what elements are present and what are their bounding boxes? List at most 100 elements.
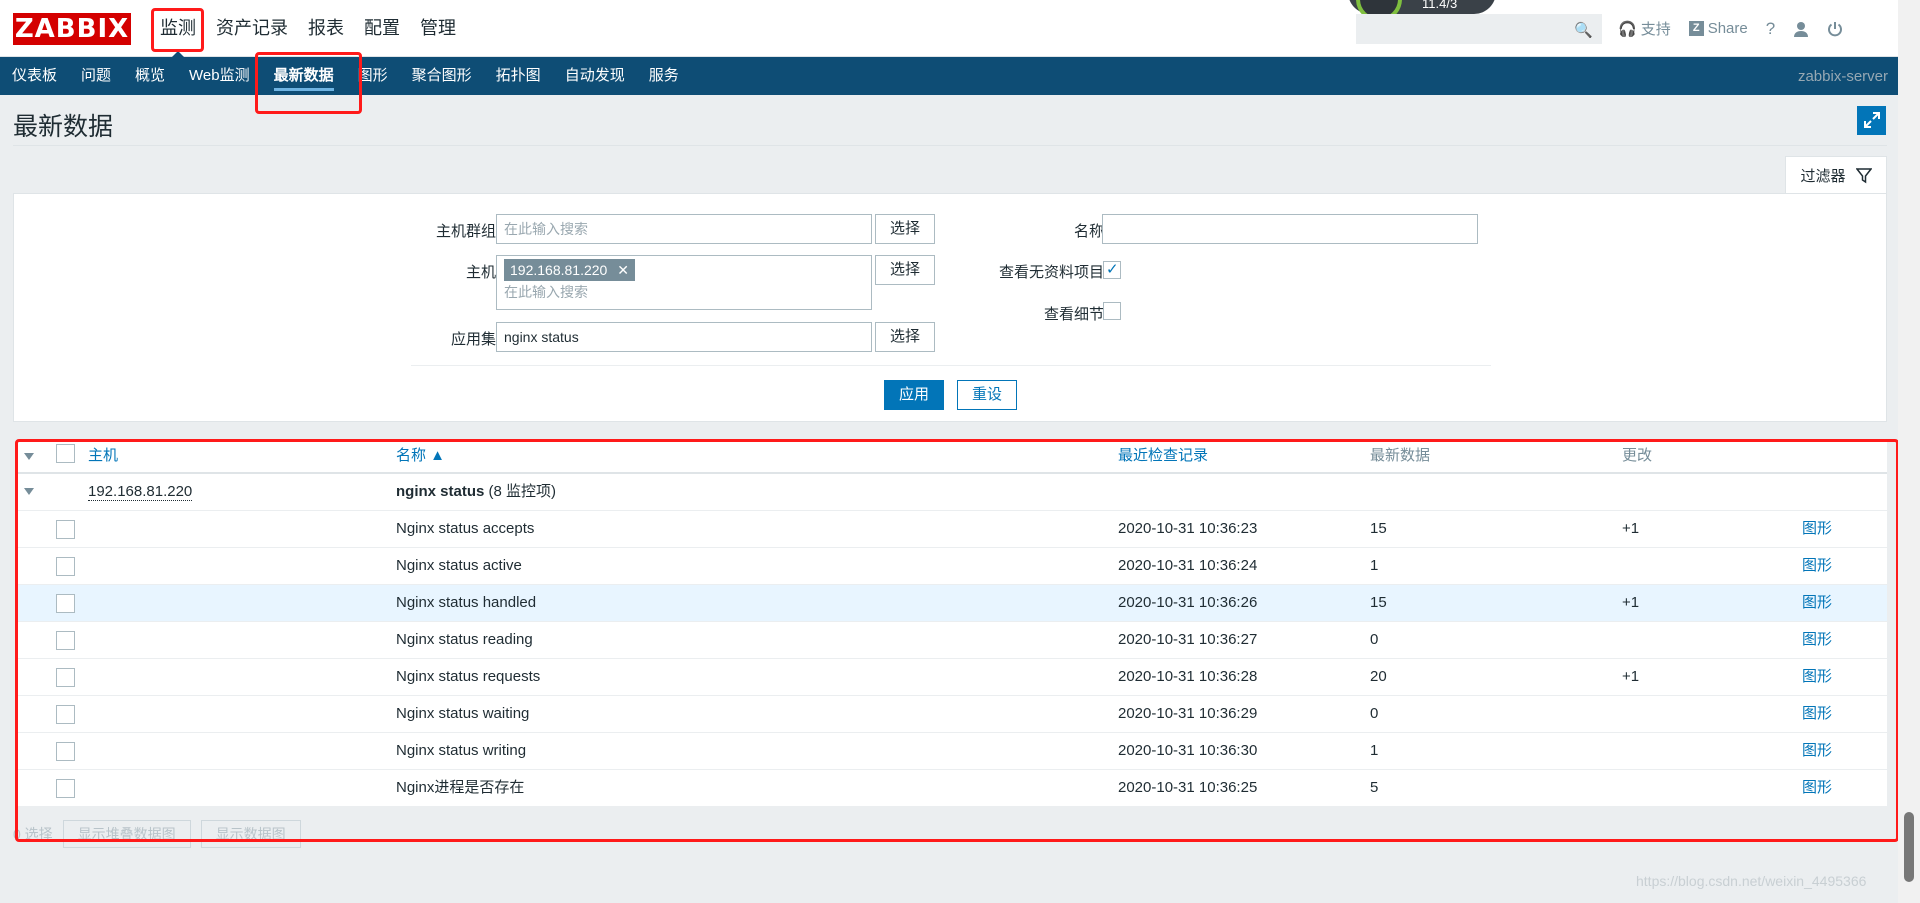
group-host-link[interactable]: 192.168.81.220 [88,474,193,510]
search-icon[interactable]: 🔍 [1574,21,1593,39]
host-placeholder: 在此输入搜索 [504,284,588,300]
global-search-input[interactable]: 🔍 [1356,14,1602,44]
collapse-all-icon[interactable] [24,453,34,460]
host-label: 主机 [465,264,496,281]
subnav-screens[interactable]: 聚合图形 [400,57,484,95]
main-menu: 监测 资产记录 报表 配置 管理 [150,0,466,57]
item-name: Nginx status accepts [396,520,535,537]
application-input[interactable]: nginx status [496,322,872,352]
table-row: Nginx status writing 2020-10-31 10:36:30 1… [17,733,1887,770]
row-checkbox[interactable] [56,594,75,613]
share-label: Share [1707,20,1748,37]
selected-count: 0 选择 [13,826,53,842]
subnav-graphs[interactable]: 图形 [346,57,400,95]
item-last-value: 0 [1370,631,1379,648]
row-checkbox[interactable] [56,557,75,576]
subnav-problems[interactable]: 问题 [69,57,123,95]
item-name: Nginx status waiting [396,705,530,722]
menu-configuration[interactable]: 配置 [354,0,410,57]
table-row: Nginx status accepts 2020-10-31 10:36:23 1… [17,511,1887,548]
fullscreen-button[interactable] [1857,106,1886,135]
show-details-checkbox[interactable] [1103,302,1121,320]
item-graph-link[interactable]: 图形 [1802,511,1832,547]
headset-icon: 🎧 [1618,20,1637,38]
item-last-value: 0 [1370,705,1379,722]
table-row: Nginx进程是否存在 2020-10-31 10:36:25 5 图形 [17,770,1887,807]
show-details-label: 查看细节 [1043,306,1104,323]
table-row: Nginx status handled 2020-10-31 10:36:26 1… [17,585,1887,622]
item-graph-link[interactable]: 图形 [1802,585,1832,621]
subnav-overview[interactable]: 概览 [123,57,177,95]
show-stacked-graph-button[interactable]: 显示堆叠数据图 [62,820,191,848]
item-last-check: 2020-10-31 10:36:30 [1118,742,1258,759]
funnel-icon [1855,167,1872,183]
row-checkbox[interactable] [56,668,75,687]
apply-button[interactable]: 应用 [884,380,944,410]
support-link[interactable]: 🎧 支持 [1618,18,1671,39]
subnav-discovery[interactable]: 自动发现 [553,57,637,95]
col-last-check[interactable]: 最近检查记录 [1118,442,1208,470]
scrollbar-thumb[interactable] [1904,812,1914,882]
host-group-placeholder: 在此输入搜索 [504,221,588,237]
host-group-select-button[interactable]: 选择 [875,214,935,244]
item-name: Nginx status active [396,557,522,574]
group-item-count: (8 监控项) [488,483,557,500]
title-divider [13,145,1887,146]
subnav-services[interactable]: 服务 [637,57,691,95]
host-chip: 192.168.81.220 ✕ [504,259,635,281]
table-header: 主机 名称 ▲ 最近检查记录 最新数据 更改 [17,442,1887,474]
subnav-web[interactable]: Web监测 [177,57,262,95]
chip-remove-icon[interactable]: ✕ [617,262,629,278]
item-graph-link[interactable]: 图形 [1802,696,1832,732]
table-row: Nginx status reading 2020-10-31 10:36:27 0… [17,622,1887,659]
row-checkbox[interactable] [56,631,75,650]
application-select-button[interactable]: 选择 [875,322,935,352]
host-select-button[interactable]: 选择 [875,255,935,285]
item-graph-link[interactable]: 图形 [1802,548,1832,584]
group-app: nginx status (8 监控项) [396,474,556,510]
item-graph-link[interactable]: 图形 [1802,659,1832,695]
reset-button[interactable]: 重设 [957,380,1017,410]
page-title: 最新数据 [13,113,114,141]
app-group-row: 192.168.81.220 nginx status (8 监控项) [17,474,1887,511]
host-chip-label: 192.168.81.220 [510,262,608,278]
share-link[interactable]: Z Share [1688,20,1748,37]
item-last-value: 5 [1370,779,1379,796]
menu-reports[interactable]: 报表 [298,0,354,57]
item-graph-link[interactable]: 图形 [1802,770,1832,806]
menu-administration[interactable]: 管理 [410,0,466,57]
item-name: Nginx status handled [396,594,537,611]
subnav-latest-data[interactable]: 最新数据 [262,57,346,95]
filter-tab[interactable]: 过滤器 [1785,156,1887,194]
show-graph-button[interactable]: 显示数据图 [200,820,301,848]
col-host[interactable]: 主机 [88,442,118,470]
user-profile-link[interactable] [1793,21,1809,37]
collapse-group-icon[interactable] [24,488,34,495]
menu-inventory[interactable]: 资产记录 [206,0,298,57]
filter-tab-label: 过滤器 [1800,168,1846,185]
zabbix-logo[interactable]: ZABBIX [13,13,131,45]
help-link[interactable]: ? [1766,19,1775,39]
name-input[interactable] [1102,214,1478,244]
page-scrollbar[interactable] [1898,0,1920,903]
item-last-check: 2020-10-31 10:36:24 [1118,557,1258,574]
menu-monitoring[interactable]: 监测 [150,0,206,57]
item-graph-link[interactable]: 图形 [1802,733,1832,769]
row-checkbox[interactable] [56,742,75,761]
col-name[interactable]: 名称 ▲ [396,442,445,470]
subnav-dashboard[interactable]: 仪表板 [0,57,69,95]
group-app-name: nginx status [396,483,485,500]
header-links: 🎧 支持 Z Share ? [1618,0,1843,57]
row-checkbox[interactable] [56,779,75,798]
host-group-input[interactable]: 在此输入搜索 [496,214,872,244]
subnav-maps[interactable]: 拓扑图 [484,57,553,95]
item-graph-link[interactable]: 图形 [1802,622,1832,658]
host-multiselect[interactable]: 192.168.81.220 ✕ 在此输入搜索 [496,255,872,310]
row-checkbox[interactable] [56,520,75,539]
show-without-data-checkbox[interactable] [1103,260,1121,279]
logout-link[interactable] [1827,21,1843,37]
gauge-text: 11.4/3 [1422,0,1458,11]
row-checkbox[interactable] [56,705,75,724]
host-group-label: 主机群组 [435,223,496,240]
select-all-checkbox[interactable] [56,444,75,463]
